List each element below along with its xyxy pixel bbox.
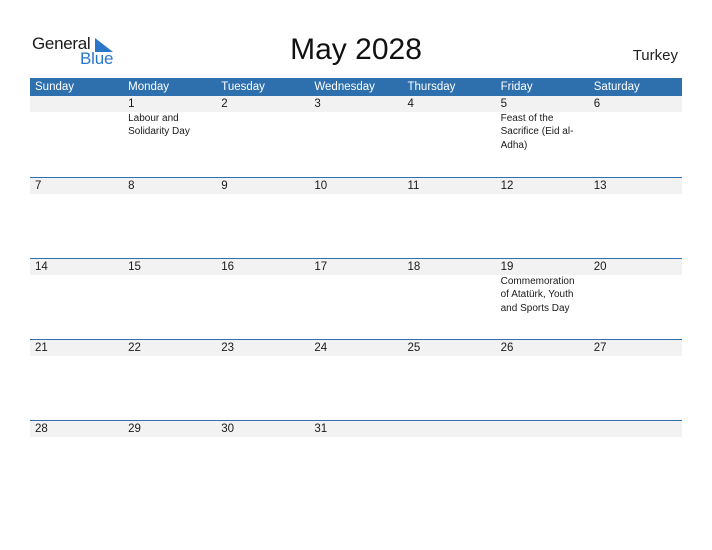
day-number: 21	[35, 342, 48, 354]
weekday-monday: Monday	[128, 81, 170, 93]
day-number: 26	[500, 342, 514, 354]
day-number: 8	[128, 180, 135, 192]
day-number: 11	[407, 180, 420, 192]
calendar-grid: Sunday Monday Tuesday Wednesday Thursday…	[30, 78, 682, 501]
day-cell: 17	[309, 259, 402, 315]
day-cell	[403, 421, 496, 437]
day-cell: 5 Feast of the Sacrifice (Eid al-Adha)	[496, 96, 589, 152]
day-cell: 8	[123, 178, 216, 194]
day-cell: 25	[403, 340, 496, 356]
day-cell: 10	[309, 178, 402, 194]
day-number: 29	[128, 423, 141, 435]
day-cell: 24	[309, 340, 402, 356]
day-number: 25	[407, 342, 421, 354]
week-cells: 1 Labour and Solidarity Day 2 3 4 5 Feast of t…	[30, 96, 682, 152]
day-number: 15	[128, 261, 141, 273]
week-cells: 14 15 16 17 18 19 Commemoration of Atatürk, Yo…	[30, 259, 682, 315]
day-cell: 6	[589, 96, 682, 152]
day-number: 14	[35, 261, 48, 273]
day-cell: 12	[496, 178, 589, 194]
day-cell: 2	[216, 96, 309, 152]
day-cell: 23	[216, 340, 309, 356]
day-cell: 21	[30, 340, 123, 356]
day-number: 31	[314, 423, 328, 435]
holiday-label: Feast of the Sacrifice (Eid al-Adha)	[500, 113, 574, 151]
week-row: 21 22 23 24 25 26 27	[30, 339, 682, 420]
day-number: 13	[593, 180, 607, 192]
week-cells: 28 29 30 31	[30, 421, 682, 437]
day-cell: 29	[123, 421, 216, 437]
day-number	[408, 421, 496, 437]
day-cell: 30	[216, 421, 309, 437]
day-number: 18	[407, 261, 421, 273]
day-number: 22	[128, 342, 141, 354]
weekday-saturday: Saturday	[593, 81, 640, 93]
day-cell: 13	[589, 178, 682, 194]
day-cell: 19 Commemoration of Atatürk, Youth and Sp…	[496, 259, 589, 315]
day-cell	[589, 421, 682, 437]
day-cell: 22	[123, 340, 216, 356]
day-number: 10	[314, 180, 328, 192]
day-cell: 9	[216, 178, 309, 194]
week-cells: 7 8 9 10 11 12 13	[30, 178, 682, 194]
day-number: 17	[314, 261, 328, 273]
weeks-container: 1 Labour and Solidarity Day 2 3 4 5 Feast of t…	[30, 96, 682, 501]
day-number	[501, 421, 589, 437]
calendar-title: May 2028	[290, 33, 422, 66]
day-cell	[496, 421, 589, 437]
country-label: Turkey	[632, 47, 678, 64]
day-number: 6	[593, 98, 601, 110]
day-number: 4	[407, 98, 414, 110]
day-number: 30	[221, 423, 235, 435]
weekday-wednesday: Wednesday	[314, 81, 375, 93]
weekday-header-row: Sunday Monday Tuesday Wednesday Thursday…	[30, 78, 682, 96]
week-row: 1 Labour and Solidarity Day 2 3 4 5 Feast of t…	[30, 96, 682, 177]
week-row: 14 15 16 17 18 19 Commemoration of Atatürk, Yo…	[30, 258, 682, 339]
holiday-label: Labour and Solidarity Day	[128, 113, 190, 138]
holiday-label: Commemoration of Atatürk, Youth and Spor…	[500, 276, 575, 314]
day-cell: 7	[30, 178, 123, 194]
weekday-tuesday: Tuesday	[221, 81, 265, 93]
week-row: 7 8 9 10 11 12 13	[30, 177, 682, 258]
day-cell: 20	[589, 259, 682, 315]
weekday-thursday: Thursday	[407, 81, 456, 93]
day-number: 3	[314, 98, 321, 110]
week-row: 28 29 30 31	[30, 420, 682, 501]
week-cells: 21 22 23 24 25 26 27	[30, 340, 682, 356]
day-cell: 14	[30, 259, 123, 315]
day-cell: 18	[403, 259, 496, 315]
day-cell: 27	[589, 340, 682, 356]
day-cell: 1 Labour and Solidarity Day	[123, 96, 216, 152]
day-number: 1	[128, 98, 135, 110]
day-cell: 16	[216, 259, 309, 315]
day-cell: 11	[403, 178, 496, 194]
day-cell: 3	[309, 96, 402, 152]
day-number: 19	[500, 261, 514, 273]
day-cell: 28	[30, 421, 123, 437]
day-number: 7	[35, 180, 42, 192]
day-cell: 4	[403, 96, 496, 152]
day-cell: 31	[309, 421, 402, 437]
weekday-friday: Friday	[500, 81, 533, 93]
day-number: 2	[221, 98, 228, 110]
day-number: 12	[500, 180, 514, 192]
day-number: 5	[500, 98, 508, 110]
day-number: 23	[221, 342, 235, 354]
day-cell	[30, 96, 123, 152]
day-cell: 15	[123, 259, 216, 315]
day-number	[35, 96, 123, 112]
day-number: 28	[35, 423, 48, 435]
day-number: 16	[221, 261, 235, 273]
day-number: 20	[593, 261, 607, 273]
day-number: 9	[221, 180, 228, 192]
day-number	[594, 421, 682, 437]
day-cell: 26	[496, 340, 589, 356]
day-number: 27	[593, 342, 607, 354]
weekday-sunday: Sunday	[35, 81, 75, 93]
day-number: 24	[314, 342, 328, 354]
